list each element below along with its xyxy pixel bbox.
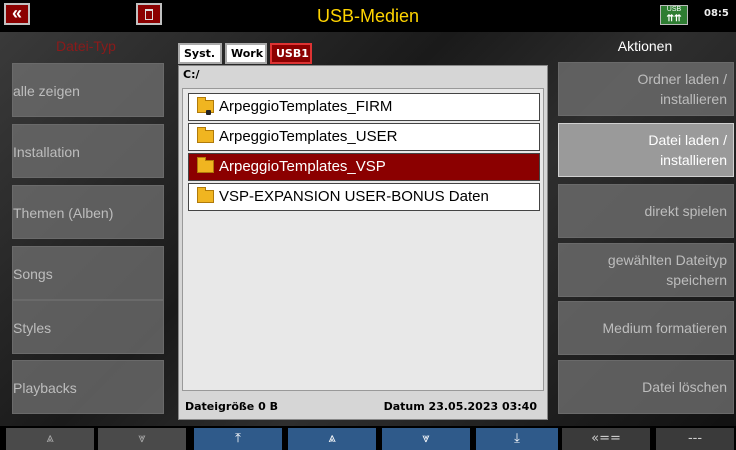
list-item[interactable]: ArpeggioTemplates_FIRM: [188, 93, 540, 121]
list-item-label: ArpeggioTemplates_VSP: [219, 158, 386, 175]
format-medium-button[interactable]: Medium formatieren: [558, 301, 734, 355]
list-item[interactable]: ArpeggioTemplates_USER: [188, 123, 540, 151]
folder-icon: [197, 157, 214, 173]
action-line1: gewählten Dateityp: [607, 252, 727, 268]
play-direct-button[interactable]: direkt spielen: [558, 184, 734, 238]
load-folder-button[interactable]: Ordner laden / installieren: [558, 62, 734, 116]
tab-syst[interactable]: Syst.: [178, 43, 222, 64]
filter-label: alle zeigen: [13, 83, 80, 99]
page-up-button[interactable]: ⩓: [288, 428, 376, 450]
list-item-label: VSP-EXPANSION USER-BONUS Daten: [219, 188, 489, 205]
filter-songs-button[interactable]: Songs: [12, 246, 164, 300]
action-line1: Ordner laden /: [637, 71, 728, 87]
action-line1: Datei laden /: [648, 132, 727, 148]
top-bar: « USB-Medien USB ⇈⇈ 08:5: [0, 0, 736, 32]
tab-usb1[interactable]: USB1: [270, 43, 312, 64]
file-date: Datum 23.05.2023 03:40: [383, 400, 537, 413]
status-bar: Dateigröße 0 B Datum 23.05.2023 03:40: [179, 395, 547, 419]
delete-file-button[interactable]: Datei löschen: [558, 360, 734, 414]
tab-work[interactable]: Work: [225, 43, 267, 64]
filter-label: Songs: [13, 266, 53, 282]
action-line1: Medium formatieren: [602, 320, 728, 336]
page-title: USB-Medien: [316, 6, 420, 26]
current-path: C:/: [179, 66, 547, 88]
bottom-nav: ⩓ ⩔ ⤒ ⩓ ⩔ ⤓ «== ---: [0, 426, 736, 450]
filter-all-button[interactable]: alle zeigen: [12, 63, 164, 117]
folder-icon: [197, 97, 214, 115]
filter-label: Styles: [13, 320, 52, 336]
filter-playbacks-button[interactable]: Playbacks: [12, 360, 164, 414]
filter-label: Playbacks: [13, 380, 77, 396]
save-file-type-button[interactable]: gewählten Dateityp speichern: [558, 243, 734, 297]
list-bottom-button[interactable]: ⤓: [476, 428, 558, 450]
file-size: Dateigröße 0 B: [185, 400, 278, 413]
file-list[interactable]: ArpeggioTemplates_FIRM ArpeggioTemplates…: [182, 88, 544, 391]
filter-styles-button[interactable]: Styles: [12, 300, 164, 354]
folder-icon: [197, 127, 214, 143]
lock-icon: [206, 110, 211, 115]
list-item-selected[interactable]: ArpeggioTemplates_VSP: [188, 153, 540, 181]
file-browser: Syst. Work USB1 C:/ ArpeggioTemplates_FI…: [172, 32, 554, 426]
scroll-up-button[interactable]: ⩓: [6, 428, 94, 450]
scroll-down-button[interactable]: ⩔: [98, 428, 186, 450]
action-line1: Datei löschen: [642, 379, 727, 395]
usb-status-icon: USB ⇈⇈: [660, 5, 688, 25]
folder-icon: [197, 187, 214, 203]
action-line2: installieren: [660, 91, 727, 107]
file-type-header: Datei-Typ: [56, 38, 116, 54]
filter-installation-button[interactable]: Installation: [12, 124, 164, 178]
actions-header: Aktionen: [617, 38, 673, 54]
filter-themes-button[interactable]: Themen (Alben): [12, 185, 164, 239]
list-item-label: ArpeggioTemplates_USER: [219, 128, 398, 145]
usb-icon-arrows: ⇈⇈: [666, 13, 682, 23]
action-line1: direkt spielen: [644, 203, 728, 219]
actions-column: Aktionen Ordner laden / installieren Dat…: [554, 32, 736, 426]
page-down-button[interactable]: ⩔: [382, 428, 470, 450]
filter-label: Themen (Alben): [13, 205, 114, 221]
action-line2: installieren: [660, 152, 727, 168]
load-file-button[interactable]: Datei laden / installieren: [558, 123, 734, 177]
filter-label: Installation: [13, 144, 80, 160]
unassigned-button[interactable]: ---: [656, 428, 734, 450]
clock: 08:5: [704, 8, 729, 19]
parent-folder-button[interactable]: «==: [562, 428, 650, 450]
file-panel: C:/ ArpeggioTemplates_FIRM ArpeggioTempl…: [178, 65, 548, 420]
list-item-label: ArpeggioTemplates_FIRM: [219, 98, 393, 115]
list-top-button[interactable]: ⤒: [194, 428, 282, 450]
list-item[interactable]: VSP-EXPANSION USER-BONUS Daten: [188, 183, 540, 211]
action-line2: speichern: [666, 272, 727, 288]
file-type-column: Datei-Typ alle zeigen Installation Theme…: [0, 32, 172, 426]
